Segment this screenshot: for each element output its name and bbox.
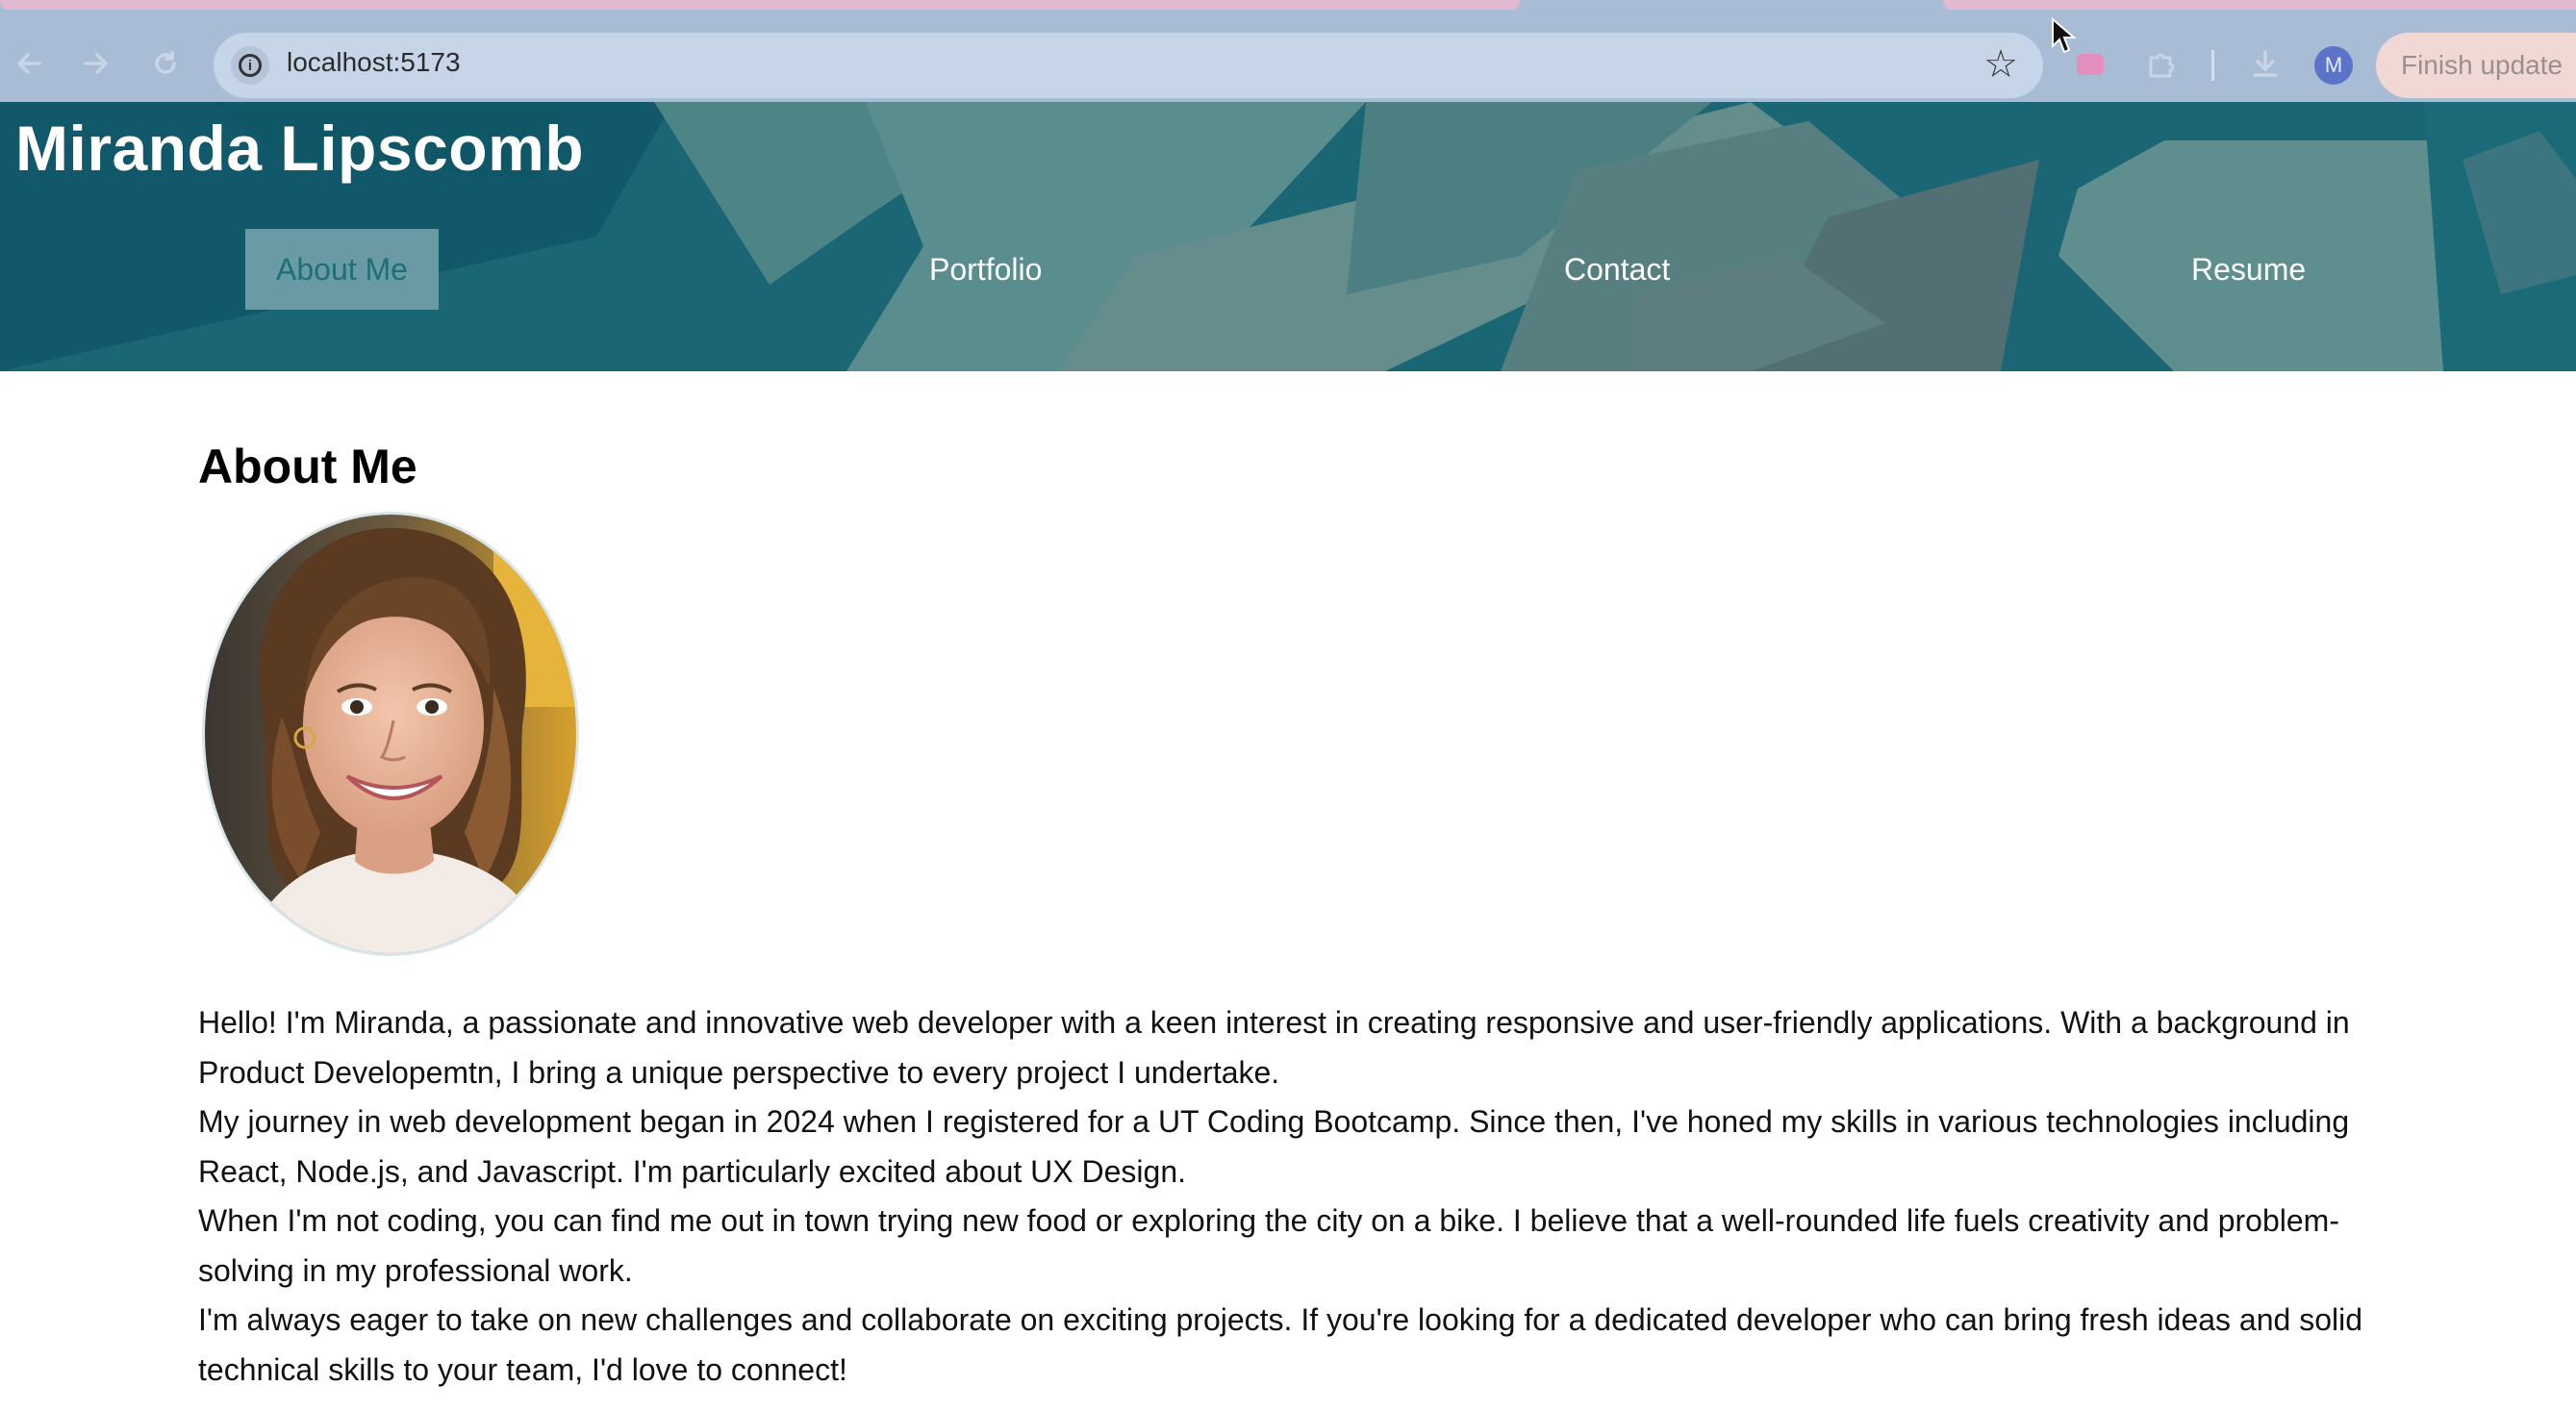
nav-resume[interactable]: Resume — [2191, 229, 2306, 310]
downloads-icon[interactable] — [2245, 44, 2286, 85]
mouse-cursor-icon — [2052, 17, 2077, 54]
bio-paragraph: Hello! I'm Miranda, a passionate and inn… — [198, 1005, 2350, 1090]
bookmark-star-icon[interactable]: ☆ — [1983, 42, 2018, 87]
profile-photo — [202, 512, 579, 956]
reload-icon[interactable] — [144, 42, 187, 85]
site-header: Miranda Lipscomb About Me Portfolio Cont… — [0, 102, 2576, 371]
nav-about-me[interactable]: About Me — [245, 229, 439, 310]
url-text[interactable]: localhost:5173 — [287, 47, 461, 78]
toolbar-separator — [2211, 50, 2214, 81]
forward-icon[interactable] — [75, 42, 117, 85]
site-title: Miranda Lipscomb — [15, 113, 585, 184]
finish-update-button[interactable]: Finish update — [2376, 33, 2576, 98]
back-icon[interactable] — [8, 42, 50, 85]
bio-paragraph: I'm always eager to take on new challeng… — [198, 1302, 2363, 1387]
bio-text: Hello! I'm Miranda, a passionate and inn… — [198, 998, 2401, 1395]
nav-contact[interactable]: Contact — [1564, 229, 1670, 310]
browser-toolbar: i localhost:5173 ☆ M Finish update — [0, 10, 2576, 102]
nav-portfolio[interactable]: Portfolio — [929, 229, 1042, 310]
site-info-icon[interactable]: i — [231, 46, 269, 85]
bio-paragraph: My journey in web development began in 2… — [198, 1104, 2350, 1189]
address-bar[interactable]: i localhost:5173 ☆ — [214, 33, 2043, 98]
page-title: About Me — [198, 440, 417, 493]
profile-avatar[interactable]: M — [2314, 46, 2353, 85]
extensions-icon[interactable] — [2141, 44, 2182, 85]
bio-paragraph: When I'm not coding, you can find me out… — [198, 1203, 2339, 1288]
